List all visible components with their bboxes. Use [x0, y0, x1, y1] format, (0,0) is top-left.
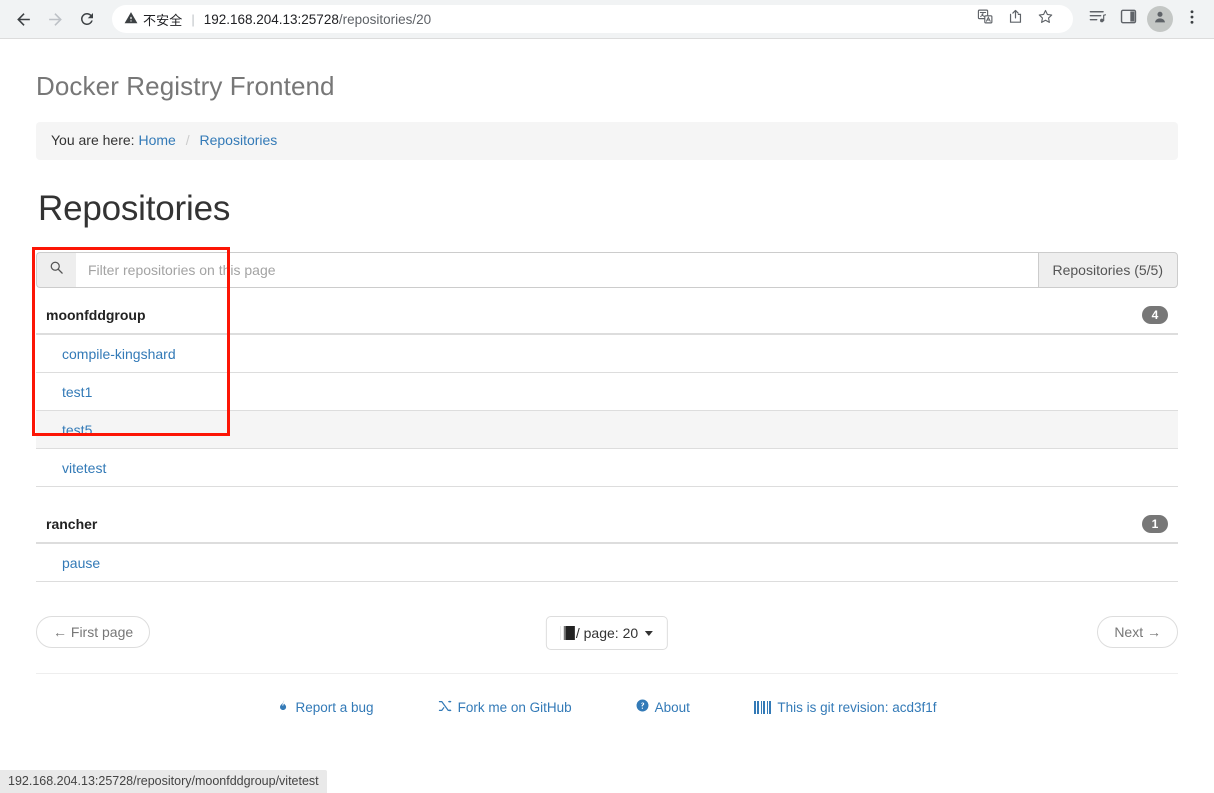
table-row[interactable]: test1: [36, 372, 1178, 412]
footer-links: Report a bug Fork me on GitHub About Thi…: [36, 674, 1178, 716]
table-row[interactable]: compile-kingshard: [36, 334, 1178, 374]
translate-icon: [977, 8, 994, 30]
table-row[interactable]: test5: [36, 410, 1178, 450]
table-row[interactable]: vitetest: [36, 448, 1178, 488]
bookmark-button[interactable]: [1031, 5, 1059, 33]
barcode-icon: [753, 700, 772, 714]
back-arrow-icon: [14, 10, 33, 29]
repository-link[interactable]: vitetest: [62, 460, 106, 476]
pagination-controls: ← First page / page: 20 Next →: [36, 616, 1178, 652]
search-icon: [49, 260, 64, 280]
repository-count-label: Repositories (5/5): [1037, 252, 1178, 289]
content-container: Docker Registry Frontend You are here: H…: [36, 39, 1178, 652]
site-security-indicator[interactable]: 不安全 |: [124, 10, 204, 29]
share-button[interactable]: [1001, 5, 1029, 33]
security-label: 不安全: [143, 12, 183, 28]
three-dot-menu-icon: [1183, 8, 1201, 31]
about-label: About: [654, 699, 690, 715]
fire-icon: [278, 698, 290, 716]
repository-cell: test1: [36, 372, 607, 412]
per-page-label: / page: 20: [575, 625, 639, 642]
first-page-button[interactable]: ← First page: [36, 616, 151, 649]
reload-button[interactable]: [72, 4, 102, 34]
status-badge: 1: [1142, 514, 1168, 533]
status-badge: 4: [1142, 305, 1168, 324]
report-bug-link[interactable]: Report a bug: [278, 698, 374, 716]
table-row[interactable]: pause: [36, 543, 1178, 583]
chrome-menu-button[interactable]: [1178, 5, 1206, 33]
side-panel-icon: [1119, 7, 1138, 31]
group-header-row: moonfddgroup 4: [36, 296, 1178, 336]
book-icon: [560, 626, 575, 641]
forward-arrow-icon: [46, 10, 65, 29]
repositories-table-body: moonfddgroup 4 compile-kingshard test1 t…: [36, 296, 1178, 583]
browser-extension-icons: [1083, 5, 1206, 33]
status-bar-url: 192.168.204.13:25728/repository/moonfddg…: [0, 770, 327, 793]
repository-meta-cell: [607, 410, 1178, 450]
group-name: rancher: [36, 505, 607, 545]
breadcrumb-prefix: You are here:: [51, 132, 135, 149]
app-title: Docker Registry Frontend: [36, 71, 335, 101]
repository-cell: pause: [36, 543, 607, 583]
warning-triangle-icon: [124, 11, 138, 28]
repository-link[interactable]: pause: [62, 555, 100, 571]
repository-meta-cell: [607, 448, 1178, 488]
git-revision: This is git revision: acd3f1f: [753, 699, 937, 715]
report-bug-label: Report a bug: [295, 699, 374, 715]
security-divider: |: [191, 11, 195, 27]
url-path: /repositories/20: [338, 11, 432, 27]
caret-down-icon: [645, 630, 654, 636]
git-revision-label: This is git revision: acd3f1f: [777, 699, 937, 715]
page-title: Repositories: [38, 188, 231, 228]
address-bar[interactable]: 不安全 | 192.168.204.13:25728/repositories/…: [112, 5, 1073, 33]
group-header-row: rancher 1: [36, 505, 1178, 545]
url-text: 192.168.204.13:25728/repositories/20: [204, 12, 431, 27]
reload-icon: [78, 10, 96, 28]
breadcrumb-link-repositories[interactable]: Repositories: [199, 132, 277, 148]
group-spacer: [36, 487, 1178, 506]
fork-github-link[interactable]: Fork me on GitHub: [438, 699, 572, 716]
breadcrumb: You are here: Home / Repositories: [36, 122, 1178, 160]
repository-cell: test5: [36, 410, 607, 450]
reading-list-icon: [1088, 7, 1107, 31]
forward-button[interactable]: [40, 4, 70, 34]
side-panel-button[interactable]: [1114, 5, 1142, 33]
star-icon: [1037, 8, 1054, 30]
search-icon-addon: [36, 252, 76, 289]
breadcrumb-link-home[interactable]: Home: [138, 132, 175, 148]
question-circle-icon: [636, 699, 649, 715]
code-fork-icon: [438, 699, 452, 716]
repository-link[interactable]: compile-kingshard: [62, 346, 176, 362]
profile-avatar-icon: [1152, 9, 1168, 30]
about-link[interactable]: About: [636, 699, 690, 715]
repository-cell: vitetest: [36, 448, 607, 488]
omnibox-actions: [971, 5, 1061, 33]
page-body: Docker Registry Frontend You are here: H…: [0, 39, 1214, 793]
repository-link[interactable]: test1: [62, 384, 92, 400]
repository-meta-cell: [607, 372, 1178, 412]
group-name: moonfddgroup: [36, 296, 607, 336]
breadcrumb-separator: /: [185, 132, 190, 149]
url-host: 192.168.204.13:25728: [203, 11, 339, 27]
repositories-table: moonfddgroup 4 compile-kingshard test1 t…: [36, 296, 1178, 583]
group-badge-cell: 1: [607, 505, 1178, 545]
repository-cell: compile-kingshard: [36, 334, 607, 374]
back-button[interactable]: [8, 4, 38, 34]
reading-list-button[interactable]: [1083, 5, 1111, 33]
share-icon: [1007, 8, 1024, 30]
per-page-dropdown[interactable]: / page: 20: [545, 616, 669, 651]
profile-button[interactable]: [1147, 6, 1173, 32]
filter-bar: Repositories (5/5): [36, 252, 1178, 289]
repository-meta-cell: [607, 334, 1178, 374]
search-input[interactable]: [76, 252, 1038, 289]
translate-button[interactable]: [971, 5, 999, 33]
browser-toolbar: 不安全 | 192.168.204.13:25728/repositories/…: [0, 0, 1214, 39]
repository-link[interactable]: test5: [62, 422, 92, 438]
repository-meta-cell: [607, 543, 1178, 583]
next-page-button[interactable]: Next →: [1097, 616, 1178, 649]
group-badge-cell: 4: [607, 296, 1178, 336]
fork-github-label: Fork me on GitHub: [457, 699, 572, 715]
